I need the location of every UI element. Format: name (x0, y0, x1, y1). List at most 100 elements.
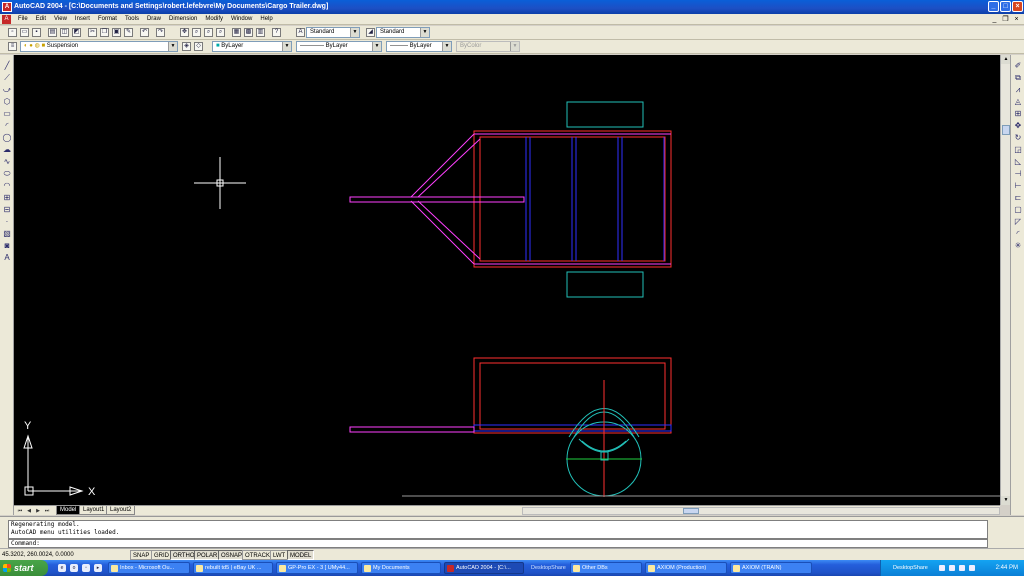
paste-icon[interactable]: ▣ (112, 28, 121, 37)
task-my-documents[interactable]: My Documents (361, 562, 441, 574)
rectangle-icon[interactable]: ▭ (2, 109, 12, 119)
quicklaunch-desktop-icon[interactable]: ▫ (82, 564, 90, 572)
print-icon[interactable]: ▤ (48, 28, 57, 37)
task-gp-pro[interactable]: GP-Pro EX - 3 [ UMy44... (276, 562, 358, 574)
zoom-previous-icon[interactable]: ⌕ (216, 28, 225, 37)
text-style-select[interactable]: Standard ▼ (306, 27, 360, 38)
drawing-area[interactable]: Y X (14, 55, 1000, 505)
autocad-app-icon[interactable]: A (2, 2, 12, 12)
tray-volume-icon[interactable] (949, 565, 955, 571)
help-icon[interactable]: ? (272, 28, 281, 37)
open-icon[interactable]: ▭ (20, 28, 29, 37)
match-properties-icon[interactable]: ✎ (124, 28, 133, 37)
doc-minimize-icon[interactable]: _ (990, 15, 999, 24)
layer-previous-icon[interactable]: ◇ (194, 42, 203, 51)
clock[interactable]: 2:44 PM (996, 560, 1018, 576)
task-autocad[interactable]: AutoCAD 2004 - [C:\... (444, 562, 524, 574)
tab-model[interactable]: Model (56, 506, 81, 515)
horizontal-scrollbar[interactable] (522, 507, 1000, 515)
task-desktopshare-label[interactable]: DesktopShare (527, 562, 567, 574)
menu-dimension[interactable]: Dimension (165, 14, 201, 25)
tray-desktopshare-label[interactable]: DesktopShare (893, 560, 928, 576)
horizontal-scroll-thumb[interactable] (683, 508, 699, 514)
doc-close-icon[interactable]: × (1012, 15, 1021, 24)
publish-icon[interactable]: ◩ (72, 28, 81, 37)
coordinate-readout[interactable]: 45.3202, 260.0024, 0.0000 (2, 550, 74, 560)
hatch-icon[interactable]: ▧ (2, 229, 12, 239)
prev-tab-icon[interactable]: ◀ (25, 507, 33, 515)
snap-toggle[interactable]: SNAP (130, 550, 153, 560)
polar-toggle[interactable]: POLAR (194, 550, 221, 560)
menu-edit[interactable]: Edit (32, 14, 50, 25)
otrack-toggle[interactable]: OTRACK (242, 550, 274, 560)
zoom-window-icon[interactable]: ⌕ (204, 28, 213, 37)
copy-object-icon[interactable]: ⧉ (1013, 73, 1023, 83)
command-line-input[interactable]: Command: (8, 539, 988, 548)
design-center-icon[interactable]: ▩ (244, 28, 253, 37)
offset-icon[interactable]: ◬ (1013, 97, 1023, 107)
menu-insert[interactable]: Insert (71, 14, 94, 25)
document-icon[interactable]: A (2, 15, 11, 24)
menu-window[interactable]: Window (227, 14, 256, 25)
cut-icon[interactable]: ✂ (88, 28, 97, 37)
construction-line-icon[interactable]: ⟋ (2, 73, 12, 83)
vertical-scroll-thumb[interactable] (1002, 125, 1010, 135)
polygon-icon[interactable]: ⬡ (2, 97, 12, 107)
tab-layout2[interactable]: Layout2 (106, 506, 136, 515)
multiline-text-icon[interactable]: A (2, 253, 12, 263)
menu-file[interactable]: File (14, 14, 32, 25)
title-bar[interactable]: A AutoCAD 2004 - [C:\Documents and Setti… (0, 0, 1024, 14)
linetype-select[interactable]: ———— ByLayer ▼ (296, 41, 382, 52)
zoom-realtime-icon[interactable]: ⌕ (192, 28, 201, 37)
extend-icon[interactable]: ⊢ (1013, 181, 1023, 191)
insert-block-icon[interactable]: ⊞ (2, 193, 12, 203)
copy-icon[interactable]: ❐ (100, 28, 109, 37)
redo-icon[interactable]: ↷ (156, 28, 165, 37)
point-icon[interactable]: · (2, 217, 12, 227)
scale-icon[interactable]: ◲ (1013, 145, 1023, 155)
plot-preview-icon[interactable]: ◫ (60, 28, 69, 37)
grid-toggle[interactable]: GRID (151, 550, 172, 560)
color-select[interactable]: ■ ByLayer ▼ (212, 41, 292, 52)
tool-palettes-icon[interactable]: ▥ (256, 28, 265, 37)
minimize-button[interactable]: _ (988, 1, 999, 12)
lineweight-select[interactable]: ——— ByLayer ▼ (386, 41, 452, 52)
undo-icon[interactable]: ↶ (140, 28, 149, 37)
ellipse-icon[interactable]: ⬭ (2, 169, 12, 179)
tray-network-icon[interactable] (939, 565, 945, 571)
quicklaunch-ie-icon[interactable]: e (58, 564, 66, 572)
make-block-icon[interactable]: ⊟ (2, 205, 12, 215)
text-style-icon[interactable]: A (296, 28, 305, 37)
layer-select[interactable]: ◐ ● ◍ ■ Suspension ▼ (20, 41, 178, 52)
quicklaunch-media-icon[interactable]: ▸ (94, 564, 102, 572)
first-tab-icon[interactable]: ⏮ (16, 507, 24, 515)
menu-tools[interactable]: Tools (121, 14, 143, 25)
task-axiom-train[interactable]: AXIOM (TRAIN) (730, 562, 812, 574)
task-ebay[interactable]: rebuilt td5 | eBay UK ... (193, 562, 273, 574)
array-icon[interactable]: ⊞ (1013, 109, 1023, 119)
circle-icon[interactable]: ◯ (2, 133, 12, 143)
chamfer-icon[interactable]: ◸ (1013, 217, 1023, 227)
lwt-toggle[interactable]: LWT (270, 550, 289, 560)
model-toggle[interactable]: MODEL (287, 550, 315, 560)
erase-icon[interactable]: ✐ (1013, 61, 1023, 71)
next-tab-icon[interactable]: ▶ (34, 507, 42, 515)
menu-draw[interactable]: Draw (143, 14, 165, 25)
vertical-scrollbar[interactable]: ▲ ▼ (1000, 55, 1011, 505)
spline-icon[interactable]: ∿ (2, 157, 12, 167)
layer-manager-icon[interactable]: ≡ (8, 42, 17, 51)
trim-icon[interactable]: ⊣ (1013, 169, 1023, 179)
join-icon[interactable]: ▢ (1013, 205, 1023, 215)
polyline-icon[interactable]: ⤻ (2, 85, 12, 95)
start-button[interactable]: start (0, 560, 48, 576)
close-button[interactable]: × (1012, 1, 1023, 12)
tab-layout1[interactable]: Layout1 (79, 506, 109, 515)
stretch-icon[interactable]: ◺ (1013, 157, 1023, 167)
break-icon[interactable]: ⊏ (1013, 193, 1023, 203)
new-icon[interactable]: ▫ (8, 28, 17, 37)
make-object-layer-current-icon[interactable]: ◈ (182, 42, 191, 51)
mirror-icon[interactable]: ⩘ (1013, 85, 1023, 95)
osnap-toggle[interactable]: OSNAP (218, 550, 246, 560)
menu-view[interactable]: View (50, 14, 71, 25)
task-axiom-production[interactable]: AXIOM (Production) (645, 562, 727, 574)
